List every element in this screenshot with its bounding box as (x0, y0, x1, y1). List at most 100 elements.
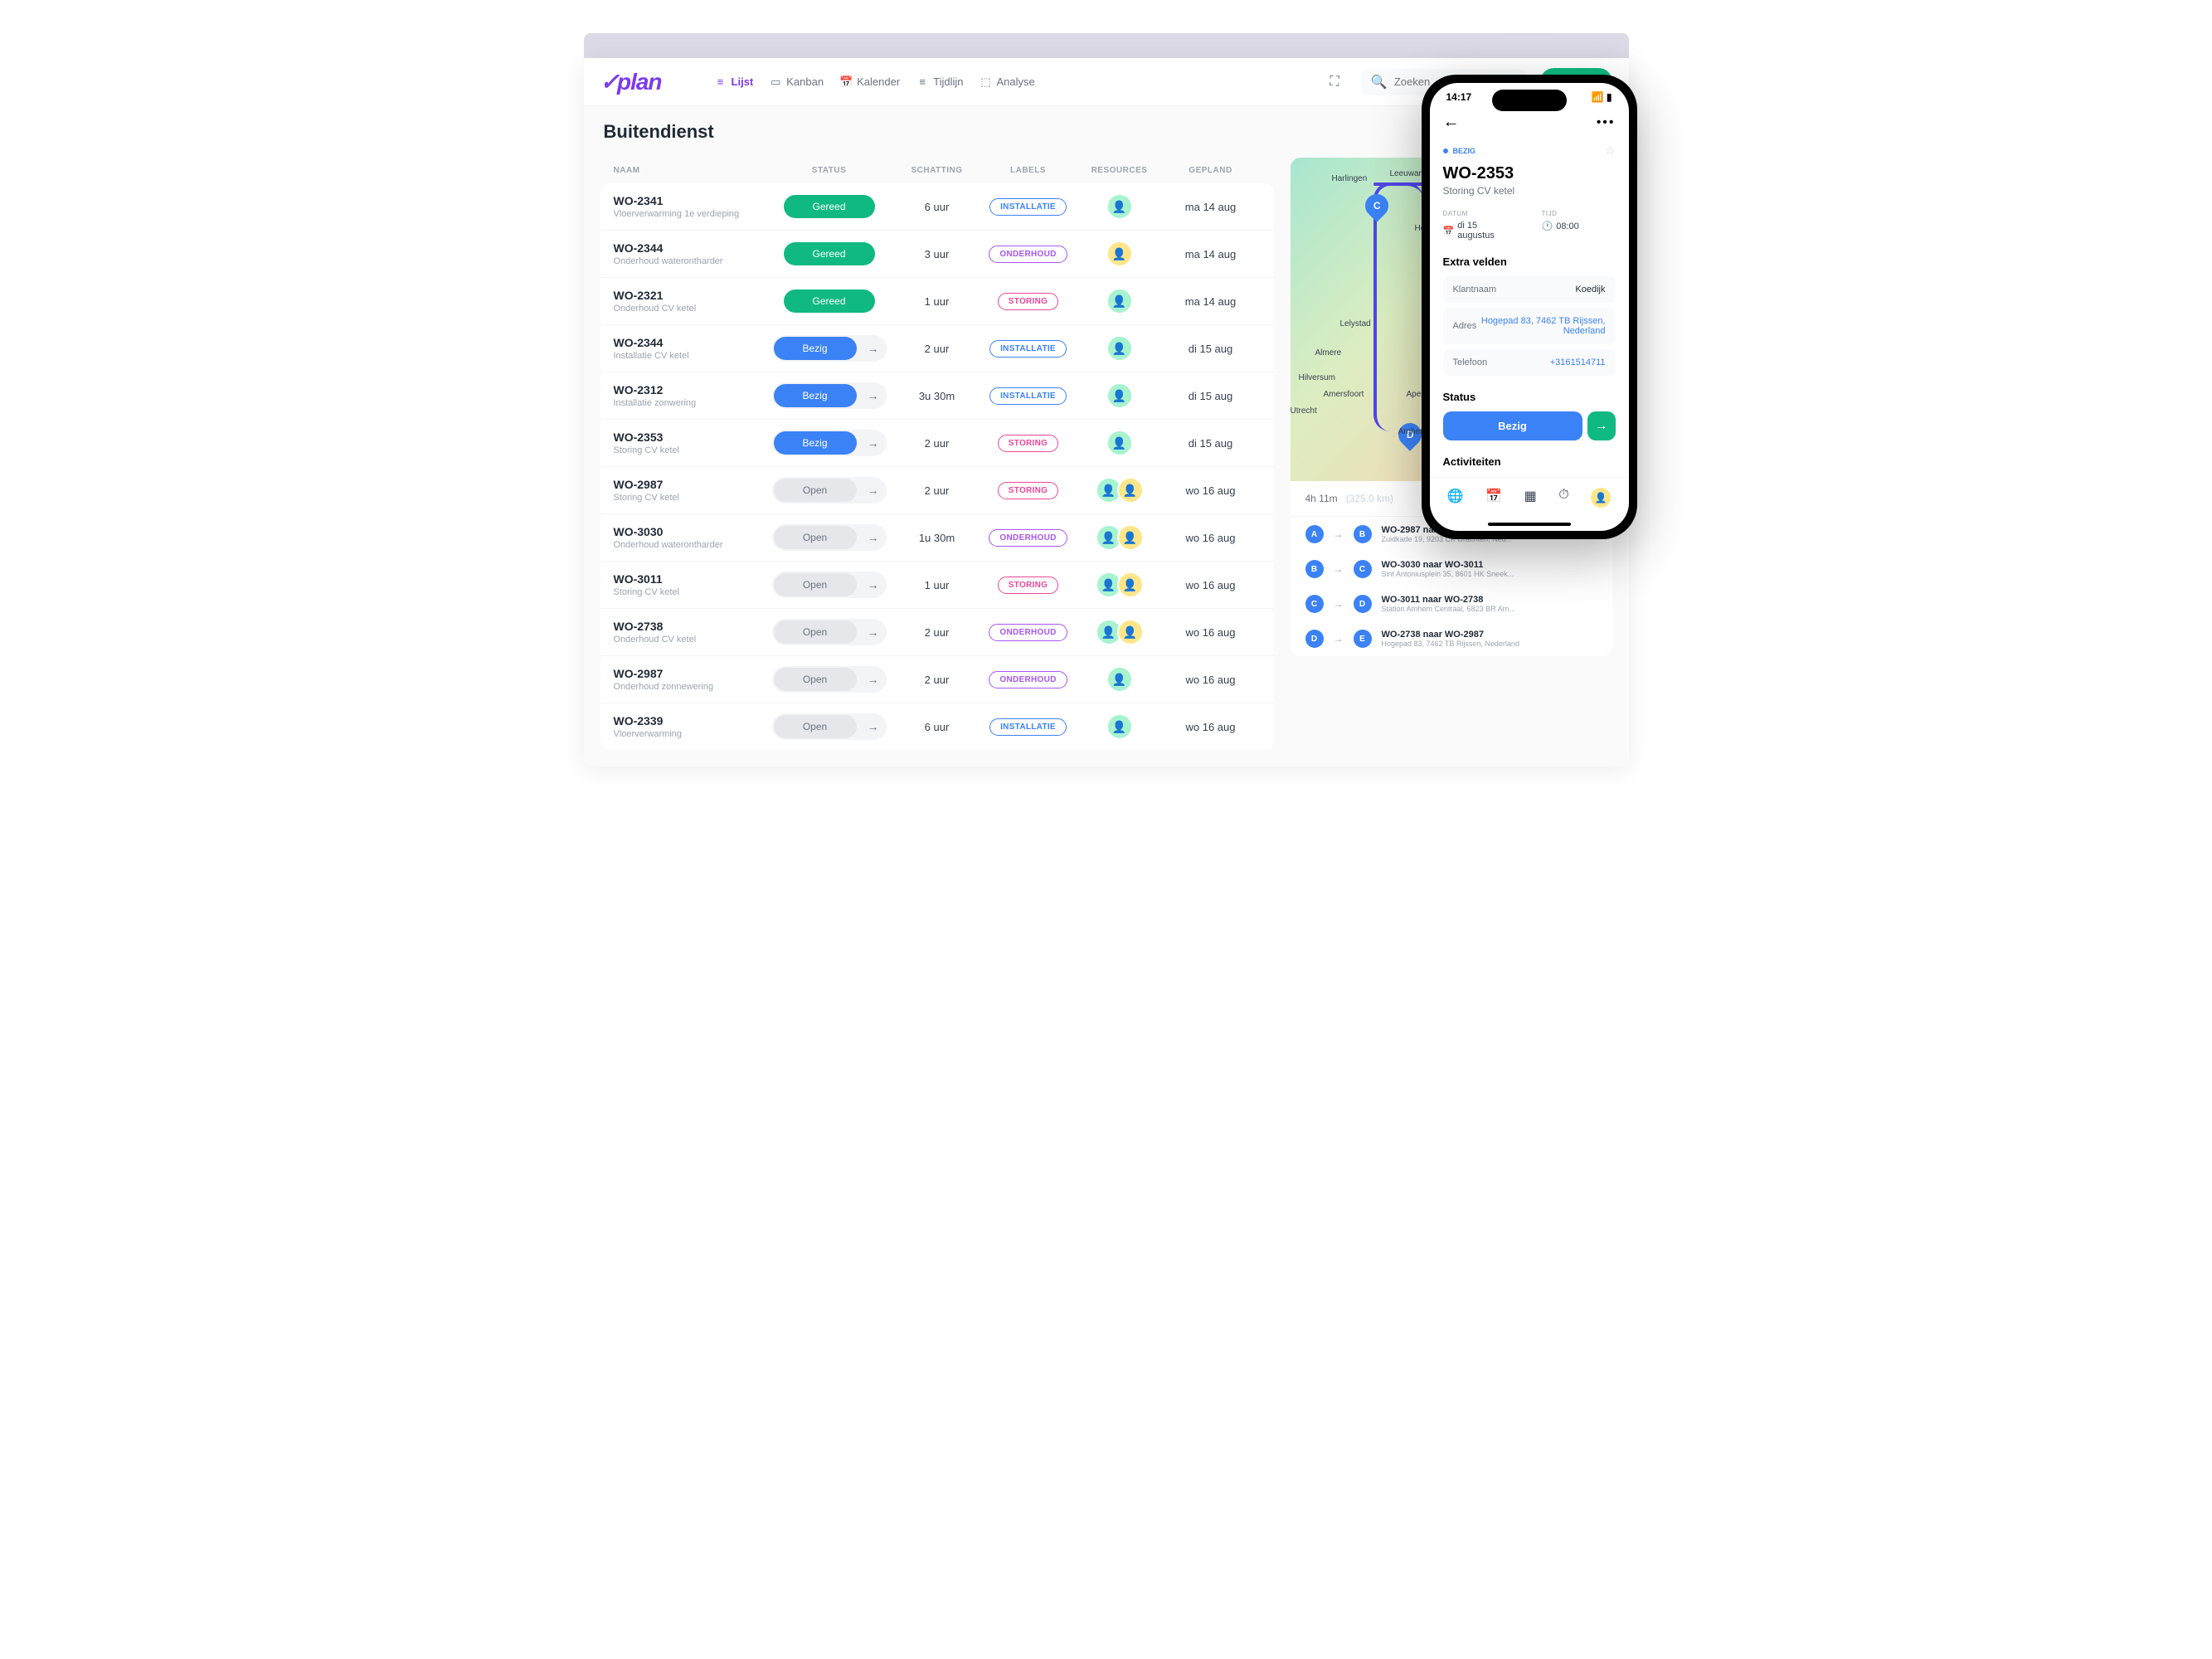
status-pill[interactable]: Gereed (784, 195, 875, 218)
estimate: 2 uur (896, 437, 979, 450)
route-pin-to: C (1354, 560, 1372, 578)
avatar: 👤 (1106, 241, 1133, 267)
status-pill[interactable]: Gereed (784, 289, 875, 313)
status-advance-icon[interactable]: → (862, 384, 885, 407)
table-row[interactable]: WO-3030Onderhoud waterontharderOpen→1u 3… (600, 514, 1274, 562)
tijd-label: TIJD (1542, 210, 1616, 217)
tab-avatar[interactable]: 👤 (1591, 488, 1611, 508)
status-pill[interactable]: Open (774, 668, 857, 691)
wo-name: WO-2339Vloerverwarming (614, 714, 763, 739)
label-onderhoud: ONDERHOUD (989, 246, 1067, 263)
status-pill[interactable]: Bezig (774, 384, 857, 407)
field-adres[interactable]: AdresHogepad 83, 7462 TB Rijssen, Nederl… (1443, 308, 1616, 344)
status-pill[interactable]: Bezig (774, 337, 857, 360)
status-pill[interactable]: Open (774, 526, 857, 549)
planned-date: ma 14 aug (1161, 248, 1261, 260)
table-row[interactable]: WO-2339VloerverwarmingOpen→6 uurINSTALLA… (600, 703, 1274, 750)
table-row[interactable]: WO-2344Onderhoud waterontharderGereed3 u… (600, 231, 1274, 278)
tijdlijn-icon: ≡ (916, 76, 928, 88)
table-row[interactable]: WO-2987Storing CV ketelOpen→2 uurSTORING… (600, 467, 1274, 514)
wo-name: WO-3030Onderhoud waterontharder (614, 525, 763, 550)
table-row[interactable]: WO-2353Storing CV ketelBezig→2 uurSTORIN… (600, 420, 1274, 467)
status-advance-icon[interactable]: → (862, 620, 885, 644)
status-advance-icon[interactable]: → (862, 526, 885, 549)
status-pill[interactable]: Open (774, 715, 857, 738)
expand-icon[interactable]: ⛶ (1321, 69, 1348, 95)
wo-name: WO-3011Storing CV ketel (614, 572, 763, 597)
estimate: 3u 30m (896, 390, 979, 402)
table-row[interactable]: WO-2738Onderhoud CV ketelOpen→2 uurONDER… (600, 609, 1274, 656)
route-leg[interactable]: D→EWO-2738 naar WO-2987Hogepad 83, 7462 … (1291, 621, 1612, 656)
table-row[interactable]: WO-3011Storing CV ketelOpen→1 uurSTORING… (600, 562, 1274, 609)
status-advance-icon[interactable]: → (862, 668, 885, 691)
field-telefoon[interactable]: Telefoon+3161514711 (1443, 349, 1616, 376)
tijd-value: 🕐08:00 (1542, 221, 1616, 231)
home-indicator (1488, 523, 1571, 526)
status-cell: Gereed (763, 289, 896, 313)
label-cell: ONDERHOUD (979, 624, 1078, 641)
status-cell: Open→ (763, 524, 896, 551)
resources: 👤 (1078, 193, 1161, 220)
status-pill[interactable]: Gereed (784, 242, 875, 265)
more-button[interactable]: ••• (1597, 115, 1616, 130)
wo-name: WO-2987Onderhoud zonnewering (614, 667, 763, 692)
tab-lijst[interactable]: ≡Lijst (715, 75, 754, 88)
table-row[interactable]: WO-2321Onderhoud CV ketelGereed1 uurSTOR… (600, 278, 1274, 325)
estimate: 2 uur (896, 343, 979, 355)
label-storing: STORING (998, 482, 1058, 499)
avatar: 👤 (1117, 477, 1144, 504)
status-button[interactable]: Bezig (1443, 411, 1582, 440)
phone-notch (1492, 90, 1567, 111)
resources: 👤👤 (1078, 619, 1161, 645)
avatar: 👤 (1106, 288, 1133, 314)
status-next-button[interactable]: → (1587, 411, 1616, 440)
status-advance-icon[interactable]: → (862, 479, 885, 502)
avatar: 👤 (1106, 713, 1133, 740)
activiteiten-title: Activiteiten (1443, 455, 1616, 468)
tab-globe-icon[interactable]: 🌐 (1447, 488, 1464, 508)
planned-date: wo 16 aug (1161, 721, 1261, 733)
table-row[interactable]: WO-2987Onderhoud zonneweringOpen→2 uurON… (600, 656, 1274, 703)
status-advance-icon[interactable]: → (862, 337, 885, 360)
status-advance-icon[interactable]: → (862, 715, 885, 738)
status-advance-icon[interactable]: → (862, 573, 885, 596)
table-header: NAAM STATUS SCHATTING LABELS RESOURCES G… (600, 158, 1274, 183)
status-pill[interactable]: Open (774, 620, 857, 644)
resources: 👤 (1078, 382, 1161, 409)
arrow-icon: → (1334, 598, 1344, 610)
datum-value: 📅di 15 augustus (1443, 221, 1517, 241)
tab-grid-icon[interactable]: ▦ (1524, 488, 1537, 508)
table-row[interactable]: WO-2312Installatie zonweringBezig→3u 30m… (600, 372, 1274, 420)
datum-label: DATUM (1443, 210, 1517, 217)
tab-kalender[interactable]: 📅Kalender (840, 75, 900, 88)
wo-name: WO-2738Onderhoud CV ketel (614, 620, 763, 645)
col-labels: LABELS (979, 166, 1078, 175)
route-pin-from: D (1305, 630, 1324, 648)
label-cell: INSTALLATIE (979, 718, 1078, 736)
tab-calendar-icon[interactable]: 📅 (1485, 488, 1502, 508)
lijst-icon: ≡ (715, 76, 727, 88)
status-pill[interactable]: Bezig (774, 431, 857, 455)
tab-analyse[interactable]: ⬚Analyse (980, 75, 1035, 88)
wo-subtitle: Storing CV ketel (1443, 185, 1616, 197)
table-row[interactable]: WO-2341Vloerverwarming 1e verdiepingGere… (600, 183, 1274, 231)
route-leg[interactable]: C→DWO-3011 naar WO-2738Station Arnhem Ce… (1291, 586, 1612, 621)
field-klantnaam[interactable]: KlantnaamKoedijk (1443, 276, 1616, 303)
tab-tijdlijn[interactable]: ≡Tijdlijn (916, 75, 963, 88)
tab-timer-icon[interactable]: ⏱ (1558, 488, 1568, 508)
status-cell: Open→ (763, 713, 896, 740)
route-pin-from: A (1305, 525, 1324, 543)
route-leg[interactable]: B→CWO-3030 naar WO-3011Sint Antoniusplei… (1291, 552, 1612, 586)
status-cell: Open→ (763, 572, 896, 598)
status-advance-icon[interactable]: → (862, 431, 885, 455)
analyse-icon: ⬚ (980, 76, 992, 88)
tab-kanban[interactable]: ▭Kanban (770, 75, 824, 88)
phone-mockup: 14:17 📶 ▮ ← ••• BEZIG ☆ WO-2353 Storing … (1422, 75, 1637, 539)
table-row[interactable]: WO-2344Installatie CV ketelBezig→2 uurIN… (600, 325, 1274, 372)
status-pill[interactable]: Open (774, 573, 857, 596)
favorite-icon[interactable]: ☆ (1605, 144, 1616, 158)
back-button[interactable]: ← (1443, 113, 1460, 132)
wo-name: WO-2353Storing CV ketel (614, 431, 763, 455)
calendar-icon: 📅 (1443, 226, 1455, 236)
status-pill[interactable]: Open (774, 479, 857, 502)
